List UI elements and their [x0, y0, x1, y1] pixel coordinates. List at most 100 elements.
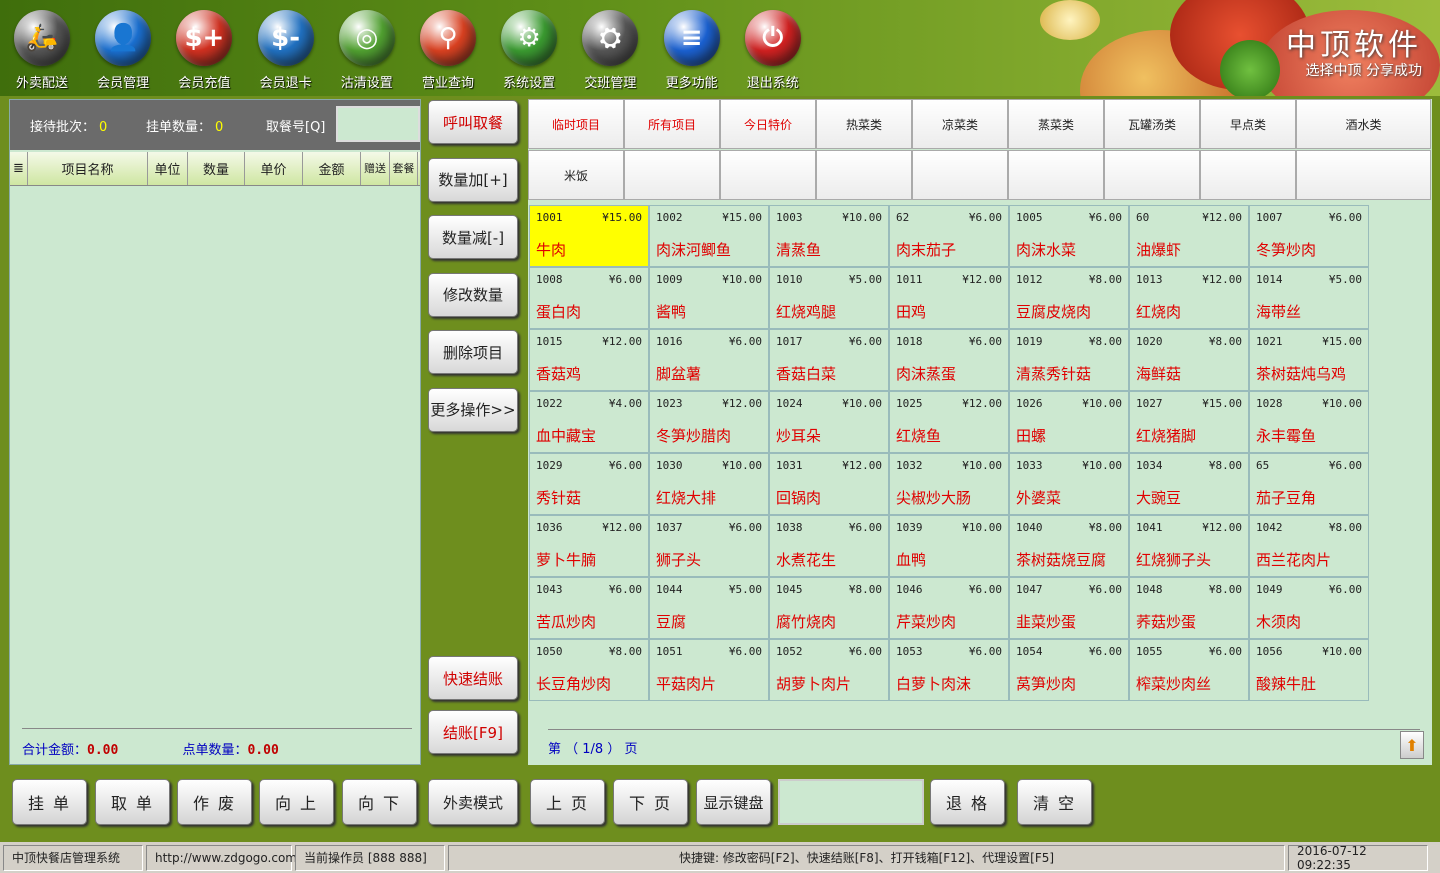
menu-item[interactable]: 1003 ¥10.00 清蒸鱼 [769, 205, 889, 267]
toolbar-button-8[interactable]: ≡ 更多功能 [652, 8, 732, 92]
toolbar-button-3[interactable]: $- 会员退卡 [246, 8, 326, 92]
menu-item[interactable]: 1049 ¥6.00 木须肉 [1249, 577, 1369, 639]
toolbar-button-9[interactable]: ⏻ 退出系统 [733, 8, 813, 92]
category-tab-1[interactable]: 所有项目 [624, 99, 720, 149]
bottom-button-8[interactable]: 显示键盘 [696, 779, 771, 825]
action-button-2[interactable]: 数量减[-] [428, 215, 518, 259]
category-tab-4[interactable]: 凉菜类 [912, 99, 1008, 149]
category-tab-5[interactable]: 蒸菜类 [1008, 99, 1104, 149]
menu-item[interactable]: 1017 ¥6.00 香菇白菜 [769, 329, 889, 391]
category-tab-6[interactable]: 瓦罐汤类 [1104, 99, 1200, 149]
category-tab-row2-0[interactable]: 米饭 [528, 150, 624, 200]
menu-item[interactable]: 1038 ¥6.00 水煮花生 [769, 515, 889, 577]
menu-item[interactable]: 1032 ¥10.00 尖椒炒大肠 [889, 453, 1009, 515]
menu-item[interactable]: 1014 ¥5.00 海带丝 [1249, 267, 1369, 329]
category-tab-row2-7[interactable] [1200, 150, 1296, 200]
menu-item[interactable]: 1022 ¥4.00 血中藏宝 [529, 391, 649, 453]
menu-item[interactable]: 1042 ¥8.00 西兰花肉片 [1249, 515, 1369, 577]
menu-item[interactable]: 1013 ¥12.00 红烧肉 [1129, 267, 1249, 329]
category-tab-8[interactable]: 酒水类 [1296, 99, 1431, 149]
menu-item[interactable]: 1033 ¥10.00 外婆菜 [1009, 453, 1129, 515]
bottom-button-4[interactable]: 向 下 [342, 779, 417, 825]
menu-item[interactable]: 1008 ¥6.00 蛋白肉 [529, 267, 649, 329]
toolbar-button-5[interactable]: ⚲ 营业查询 [408, 8, 488, 92]
action-button-0[interactable]: 呼叫取餐 [428, 100, 518, 144]
menu-item[interactable]: 1028 ¥10.00 永丰霉鱼 [1249, 391, 1369, 453]
menu-item[interactable]: 1030 ¥10.00 红烧大排 [649, 453, 769, 515]
bottom-button-6[interactable]: 上 页 [530, 779, 605, 825]
bottom-button-7[interactable]: 下 页 [613, 779, 688, 825]
bottom-button-3[interactable]: 向 上 [259, 779, 334, 825]
category-tab-7[interactable]: 早点类 [1200, 99, 1296, 149]
menu-item[interactable]: 65 ¥6.00 茄子豆角 [1249, 453, 1369, 515]
menu-item[interactable]: 1052 ¥6.00 胡萝卜肉片 [769, 639, 889, 701]
toolbar-button-6[interactable]: ⚙ 系统设置 [489, 8, 569, 92]
toolbar-button-7[interactable]: ⛭ 交班管理 [570, 8, 650, 92]
category-tab-2[interactable]: 今日特价 [720, 99, 816, 149]
menu-item[interactable]: 1007 ¥6.00 冬笋炒肉 [1249, 205, 1369, 267]
menu-item[interactable]: 1045 ¥8.00 腐竹烧肉 [769, 577, 889, 639]
menu-item[interactable]: 1029 ¥6.00 秀针菇 [529, 453, 649, 515]
menu-item[interactable]: 1039 ¥10.00 血鸭 [889, 515, 1009, 577]
menu-item[interactable]: 1020 ¥8.00 海鲜菇 [1129, 329, 1249, 391]
menu-item[interactable]: 60 ¥12.00 油爆虾 [1129, 205, 1249, 267]
category-tab-0[interactable]: 临时项目 [528, 99, 624, 149]
menu-item[interactable]: 1047 ¥6.00 韭菜炒蛋 [1009, 577, 1129, 639]
menu-item[interactable]: 1037 ¥6.00 狮子头 [649, 515, 769, 577]
menu-item[interactable]: 1023 ¥12.00 冬笋炒腊肉 [649, 391, 769, 453]
menu-item[interactable]: 1024 ¥10.00 炒耳朵 [769, 391, 889, 453]
checkout-button[interactable]: 结账[F9] [428, 710, 518, 754]
ticket-number-input[interactable] [336, 106, 420, 142]
menu-item[interactable]: 1046 ¥6.00 芹菜炒肉 [889, 577, 1009, 639]
menu-item[interactable]: 1010 ¥5.00 红烧鸡腿 [769, 267, 889, 329]
menu-item[interactable]: 1043 ¥6.00 苦瓜炒肉 [529, 577, 649, 639]
menu-item[interactable]: 1053 ¥6.00 白萝卜肉沫 [889, 639, 1009, 701]
menu-item[interactable]: 1011 ¥12.00 田鸡 [889, 267, 1009, 329]
menu-item[interactable]: 1034 ¥8.00 大豌豆 [1129, 453, 1249, 515]
action-button-4[interactable]: 删除项目 [428, 330, 518, 374]
menu-item[interactable]: 1040 ¥8.00 茶树菇烧豆腐 [1009, 515, 1129, 577]
menu-item[interactable]: 1048 ¥8.00 荞菇炒蛋 [1129, 577, 1249, 639]
menu-item[interactable]: 1041 ¥12.00 红烧狮子头 [1129, 515, 1249, 577]
category-tab-row2-6[interactable] [1104, 150, 1200, 200]
toolbar-button-1[interactable]: 👤 会员管理 [83, 8, 163, 92]
menu-item[interactable]: 1051 ¥6.00 平菇肉片 [649, 639, 769, 701]
menu-item[interactable]: 1019 ¥8.00 清蒸秀针菇 [1009, 329, 1129, 391]
toolbar-button-2[interactable]: $+ 会员充值 [164, 8, 244, 92]
quick-checkout-button[interactable]: 快速结账 [428, 656, 518, 700]
menu-item[interactable]: 1027 ¥15.00 红烧猪脚 [1129, 391, 1249, 453]
page-up-arrow-icon[interactable]: ⬆ [1400, 731, 1424, 759]
category-tab-3[interactable]: 热菜类 [816, 99, 912, 149]
category-tab-row2-5[interactable] [1008, 150, 1104, 200]
toolbar-button-0[interactable]: 🛵 外卖配送 [2, 8, 82, 92]
menu-item[interactable]: 1056 ¥10.00 酸辣牛肚 [1249, 639, 1369, 701]
action-button-3[interactable]: 修改数量 [428, 272, 518, 317]
bottom-button-1[interactable]: 取 单 [95, 779, 170, 825]
category-tab-row2-2[interactable] [720, 150, 816, 200]
menu-item[interactable]: 1050 ¥8.00 长豆角炒肉 [529, 639, 649, 701]
toolbar-button-4[interactable]: ◎ 沽清设置 [327, 8, 407, 92]
bottom-button-10[interactable]: 清 空 [1017, 779, 1092, 825]
category-tab-row2-1[interactable] [624, 150, 720, 200]
category-tab-row2-3[interactable] [816, 150, 912, 200]
menu-item[interactable]: 1015 ¥12.00 香菇鸡 [529, 329, 649, 391]
action-button-1[interactable]: 数量加[+] [428, 157, 518, 202]
menu-item[interactable]: 1031 ¥12.00 回锅肉 [769, 453, 889, 515]
bottom-button-9[interactable]: 退 格 [930, 779, 1005, 825]
bottom-button-0[interactable]: 挂 单 [12, 779, 87, 825]
bottom-button-2[interactable]: 作 废 [177, 779, 252, 825]
action-button-5[interactable]: 更多操作>> [428, 387, 518, 432]
menu-item[interactable]: 1044 ¥5.00 豆腐 [649, 577, 769, 639]
menu-item[interactable]: 1036 ¥12.00 萝卜牛腩 [529, 515, 649, 577]
menu-item[interactable]: 1018 ¥6.00 肉沫蒸蛋 [889, 329, 1009, 391]
category-tab-row2-4[interactable] [912, 150, 1008, 200]
bottom-button-5[interactable]: 外卖模式 [428, 779, 518, 825]
menu-item[interactable]: 1009 ¥10.00 酱鸭 [649, 267, 769, 329]
keyboard-input[interactable] [778, 779, 924, 825]
menu-item[interactable]: 1001 ¥15.00 牛肉 [529, 205, 649, 267]
category-tab-row2-8[interactable] [1296, 150, 1431, 200]
menu-item[interactable]: 62 ¥6.00 肉末茄子 [889, 205, 1009, 267]
menu-item[interactable]: 1016 ¥6.00 脚盆薯 [649, 329, 769, 391]
menu-item[interactable]: 1005 ¥6.00 肉沫水菜 [1009, 205, 1129, 267]
menu-item[interactable]: 1002 ¥15.00 肉沫河鲫鱼 [649, 205, 769, 267]
